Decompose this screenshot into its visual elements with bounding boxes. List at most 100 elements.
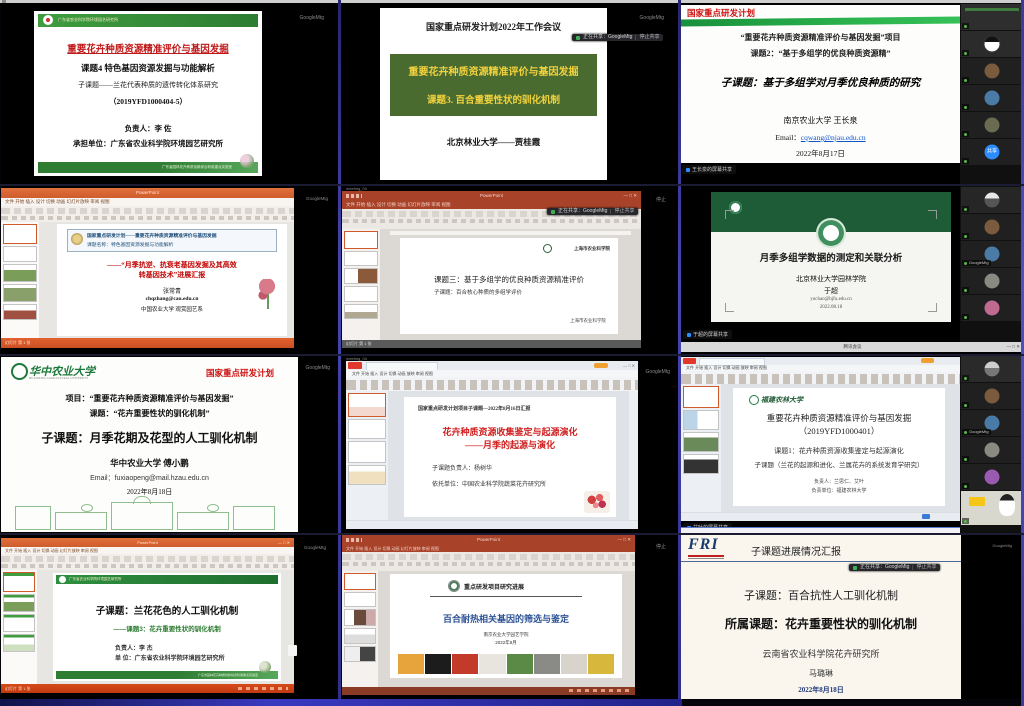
ppt-ribbon[interactable] (1, 554, 294, 571)
wps-title-bar[interactable] (681, 357, 960, 365)
slide: 福建农林大学 重要花卉种质资源精准评价与基因发掘 （2019YFD1000401… (733, 388, 945, 506)
slide-thumbnail[interactable] (344, 268, 378, 284)
share-pill: 正在共享：GoogleMtg 停止共享 (849, 564, 940, 571)
ppt-title-bar[interactable]: PowerPoint — □ ✕ (342, 535, 635, 545)
email-link[interactable]: cqwang@njau.edu.cn (801, 133, 866, 142)
slide-thumbnail[interactable] (344, 286, 378, 302)
slide-thumbnail-panel[interactable] (1, 222, 40, 338)
ppt-title-bar[interactable]: PowerPoint — □ ✕ (1, 538, 294, 547)
window-controls[interactable]: — □ ✕ (623, 363, 635, 368)
slide-thumbnail[interactable] (344, 609, 376, 626)
slide-thumbnail[interactable] (3, 572, 35, 592)
participant-video[interactable]: GoogleMtg (961, 241, 1023, 267)
slide-thumbnail-panel[interactable] (681, 384, 722, 513)
slide-thumbnail[interactable] (344, 573, 376, 590)
participant-video[interactable] (961, 112, 1023, 138)
slide-thumbnail[interactable] (348, 441, 386, 463)
wps-toolbar[interactable] (346, 377, 638, 392)
ppt-status-bar[interactable] (342, 687, 635, 695)
popout-box[interactable] (288, 645, 297, 656)
slide-thumbnail[interactable] (3, 264, 37, 282)
slide-thumbnail-panel[interactable] (1, 570, 38, 684)
slide-thumbnail[interactable] (3, 594, 35, 612)
ppt-status-bar[interactable]: 幻灯片 第 1 张 (342, 340, 641, 348)
slide-thumbnail[interactable] (344, 251, 378, 266)
ppt-status-bar[interactable]: 幻灯片 第 1 张 (1, 684, 294, 693)
participant-video[interactable] (961, 31, 1023, 57)
upgrade-pill[interactable] (921, 358, 934, 363)
ppt-ribbon[interactable] (1, 206, 294, 223)
wps-toolbar[interactable] (681, 371, 960, 385)
ppt-tabs[interactable]: 文件 开始 插入 设计 切换 动画 幻灯片放映 审阅 视图 (5, 199, 110, 205)
window-controls[interactable]: — □ ✕ (618, 537, 632, 543)
ppt-status-bar[interactable]: 幻灯片 第 1 张 (1, 338, 294, 348)
window-controls[interactable]: — □ ✕ (1007, 344, 1021, 350)
slide-thumbnail[interactable] (3, 224, 37, 244)
ppt-title-bar[interactable]: PowerPoint (1, 188, 294, 198)
slide-thumbnail[interactable] (3, 614, 35, 632)
playback-button[interactable] (922, 514, 930, 519)
univ-name-en: HUAZHONG AGRICULTURAL UNIVERSITY (29, 376, 88, 380)
participant-name (962, 287, 969, 293)
stop-share-button[interactable]: 停止共享 (610, 209, 634, 214)
participant-video[interactable] (961, 4, 1023, 30)
slide-thumbnail[interactable] (683, 386, 719, 408)
participant-video[interactable] (961, 58, 1023, 84)
participant-name (962, 518, 969, 524)
wps-side-toolbar[interactable] (628, 391, 638, 521)
ppt-title-bar[interactable]: PowerPoint — □ ✕ (342, 191, 641, 201)
slide-thumbnail-panel[interactable] (346, 391, 389, 521)
slide-thumbnail[interactable] (344, 592, 376, 607)
zoom-controls[interactable] (238, 687, 288, 690)
slide-thumbnail[interactable] (344, 304, 378, 319)
slide-thumbnail[interactable] (344, 646, 376, 662)
slide-thumbnail[interactable] (3, 304, 37, 320)
participant-video-penguin[interactable] (961, 491, 1023, 525)
meeting-window-bar[interactable]: 腾讯会议 — □ ✕ (681, 342, 1024, 352)
participant-video[interactable] (961, 187, 1023, 213)
wps-file-tab[interactable] (683, 358, 696, 364)
ppt-tab-row[interactable]: 文件 开始 插入 设计 切换 动画 幻灯片放映 审阅 视图 (1, 547, 294, 554)
wps-menu-row[interactable]: 文件 开始 插入 设计 切换 动画 放映 审阅 视图 (346, 370, 638, 377)
ppt-ribbon[interactable] (342, 552, 635, 572)
participant-video[interactable] (961, 383, 1023, 409)
wps-status-bar[interactable] (346, 520, 638, 529)
presenter-email: chqzhang@cau.edu.cn (57, 296, 287, 302)
participant-video[interactable]: GoogleMtg (961, 410, 1023, 436)
participant-video[interactable] (961, 214, 1023, 240)
slide-thumbnail[interactable] (344, 628, 376, 644)
tile-hzau-rose-slide: 华中农业大学 HUAZHONG AGRICULTURAL UNIVERSITY … (1, 355, 338, 534)
slide-thumbnail-panel[interactable] (342, 229, 381, 340)
wps-status-bar[interactable] (681, 512, 960, 521)
slide-thumbnail[interactable] (683, 454, 719, 474)
slide-thumbnail[interactable] (348, 393, 386, 417)
participant-video[interactable] (961, 268, 1023, 294)
participant-video-sharing[interactable]: 共享 (961, 139, 1023, 165)
window-controls[interactable]: — □ ✕ (278, 540, 290, 545)
slide-thumbnail[interactable] (348, 419, 386, 439)
stop-share-button[interactable]: 停止共享 (635, 35, 659, 40)
wps-title-bar[interactable]: — □ ✕ (346, 361, 638, 370)
participant-video[interactable] (961, 85, 1023, 111)
ppt-tab-row[interactable]: 文件 开始 插入 设计 切换 动画 幻灯片放映 审阅 视图 (342, 545, 635, 552)
participant-video[interactable] (961, 295, 1023, 321)
stop-share-button[interactable]: 停止共享 (912, 565, 936, 570)
slide-thumbnail[interactable] (3, 634, 35, 652)
participant-video[interactable] (961, 464, 1023, 490)
slide-thumbnail[interactable] (3, 284, 37, 302)
slide-thumbnail[interactable] (348, 465, 386, 485)
slide-thumbnail[interactable] (683, 410, 719, 430)
slide-thumbnail[interactable] (683, 432, 719, 452)
slide-thumbnail[interactable] (344, 231, 378, 249)
ppt-tab-row[interactable]: 文件 开始 插入 设计 切换 动画 幻灯片放映 审阅 视图 (1, 198, 294, 206)
building-outline (233, 506, 275, 530)
slide-thumbnail-panel[interactable] (342, 571, 379, 687)
wps-file-tab[interactable] (348, 362, 362, 369)
participant-video[interactable] (961, 437, 1023, 463)
slide-thumbnail[interactable] (3, 246, 37, 262)
upgrade-pill[interactable] (594, 363, 608, 368)
participant-video[interactable] (961, 356, 1023, 382)
window-controls[interactable]: — □ ✕ (624, 193, 638, 199)
status-icons[interactable] (569, 689, 629, 692)
ppt-tabs[interactable]: 文件 开始 插入 设计 切换 动画 幻灯片放映 审阅 视图 (346, 202, 451, 208)
